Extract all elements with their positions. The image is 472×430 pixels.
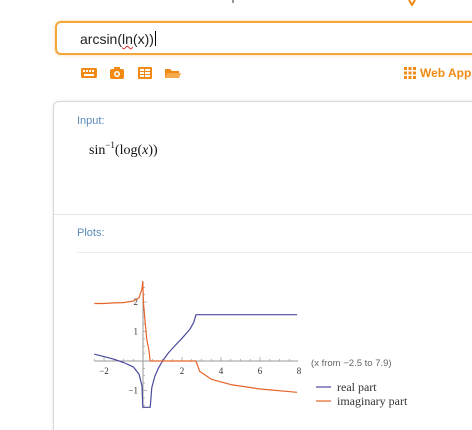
search-input[interactable]: arcsin(ln(x)) xyxy=(55,21,472,55)
partial-text-fragment xyxy=(232,0,234,3)
input-pod-title: Input: xyxy=(77,115,105,127)
plots-title-divider xyxy=(77,252,472,253)
top-partial-area xyxy=(0,0,472,8)
formula-exponent: −1 xyxy=(105,140,115,150)
query-suffix: (x)) xyxy=(132,31,154,47)
formula-func: sin xyxy=(89,143,106,158)
table-icon[interactable] xyxy=(136,66,154,80)
formula-close: )) xyxy=(148,143,158,158)
partial-logo-mark xyxy=(408,0,416,6)
web-apps-label: Web Apps xyxy=(420,66,472,80)
formula-open: (log( xyxy=(114,143,143,158)
pod-divider xyxy=(54,214,472,215)
query-prefix: arcsin( xyxy=(80,31,123,47)
plots-pod-title: Plots: xyxy=(77,227,105,239)
web-apps-link[interactable]: Web Apps xyxy=(404,66,472,80)
query-spellcheck-word: ln xyxy=(122,31,133,47)
folder-icon[interactable] xyxy=(164,66,182,80)
input-toolbar xyxy=(80,66,182,80)
input-formula: sin−1(log(x)) xyxy=(89,140,158,159)
text-caret xyxy=(154,31,156,46)
results-card: Input: sin−1(log(x)) Plots: xyxy=(53,101,472,430)
apps-grid-icon xyxy=(404,67,416,79)
keyboard-icon[interactable] xyxy=(80,66,98,80)
camera-icon[interactable] xyxy=(108,66,126,80)
search-query-text[interactable]: arcsin(ln(x)) xyxy=(80,31,156,47)
